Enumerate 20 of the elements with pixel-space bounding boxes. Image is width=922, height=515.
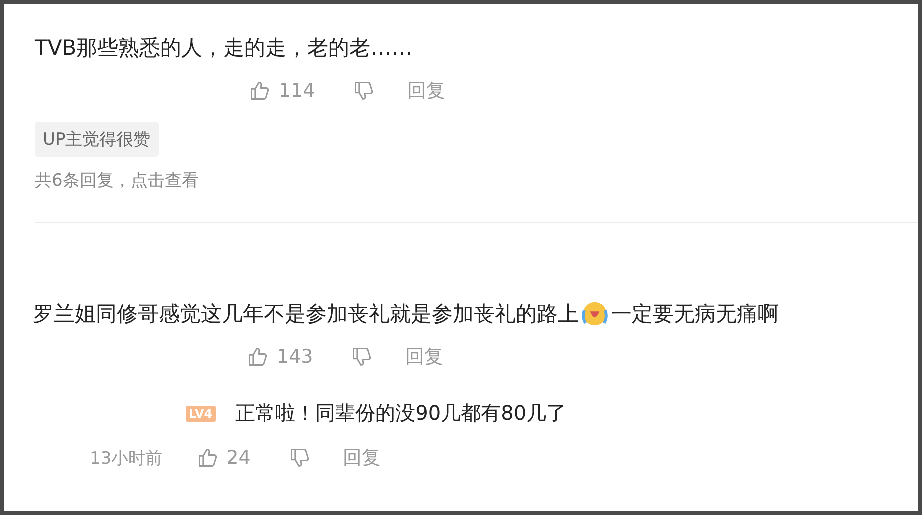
reply-time: 13小时前 <box>90 448 163 470</box>
reply-button[interactable]: 回复 <box>405 344 444 370</box>
thumbs-down-icon[interactable] <box>351 346 374 368</box>
view-replies-link[interactable]: 共6条回复，点击查看 <box>35 169 918 192</box>
like-count: 143 <box>277 346 314 368</box>
reply-button[interactable]: 回复 <box>407 78 446 104</box>
thumbs-up-icon[interactable] <box>247 346 269 368</box>
comment-text: TVB那些熟悉的人，走的走，老的老…… <box>35 35 414 62</box>
like-count: 24 <box>226 447 251 469</box>
thumbs-down-icon[interactable] <box>353 80 376 102</box>
thumbs-up-icon[interactable] <box>249 80 271 102</box>
like-count: 114 <box>279 80 316 102</box>
thumbs-down-icon[interactable] <box>288 447 311 469</box>
level-badge: LV4 <box>186 406 216 422</box>
reply-button[interactable]: 回复 <box>342 445 381 471</box>
thumbs-up-icon[interactable] <box>196 447 219 469</box>
emoji-icon <box>581 300 609 328</box>
comment-text: 罗兰姐同修哥感觉这几年不是参加丧礼就是参加丧礼的路上 一定要无病无痛啊 <box>33 300 780 328</box>
up-liked-badge: UP主觉得很赞 <box>35 122 159 157</box>
reply-text: 正常啦！同辈份的没90几都有80几了 <box>236 400 567 427</box>
